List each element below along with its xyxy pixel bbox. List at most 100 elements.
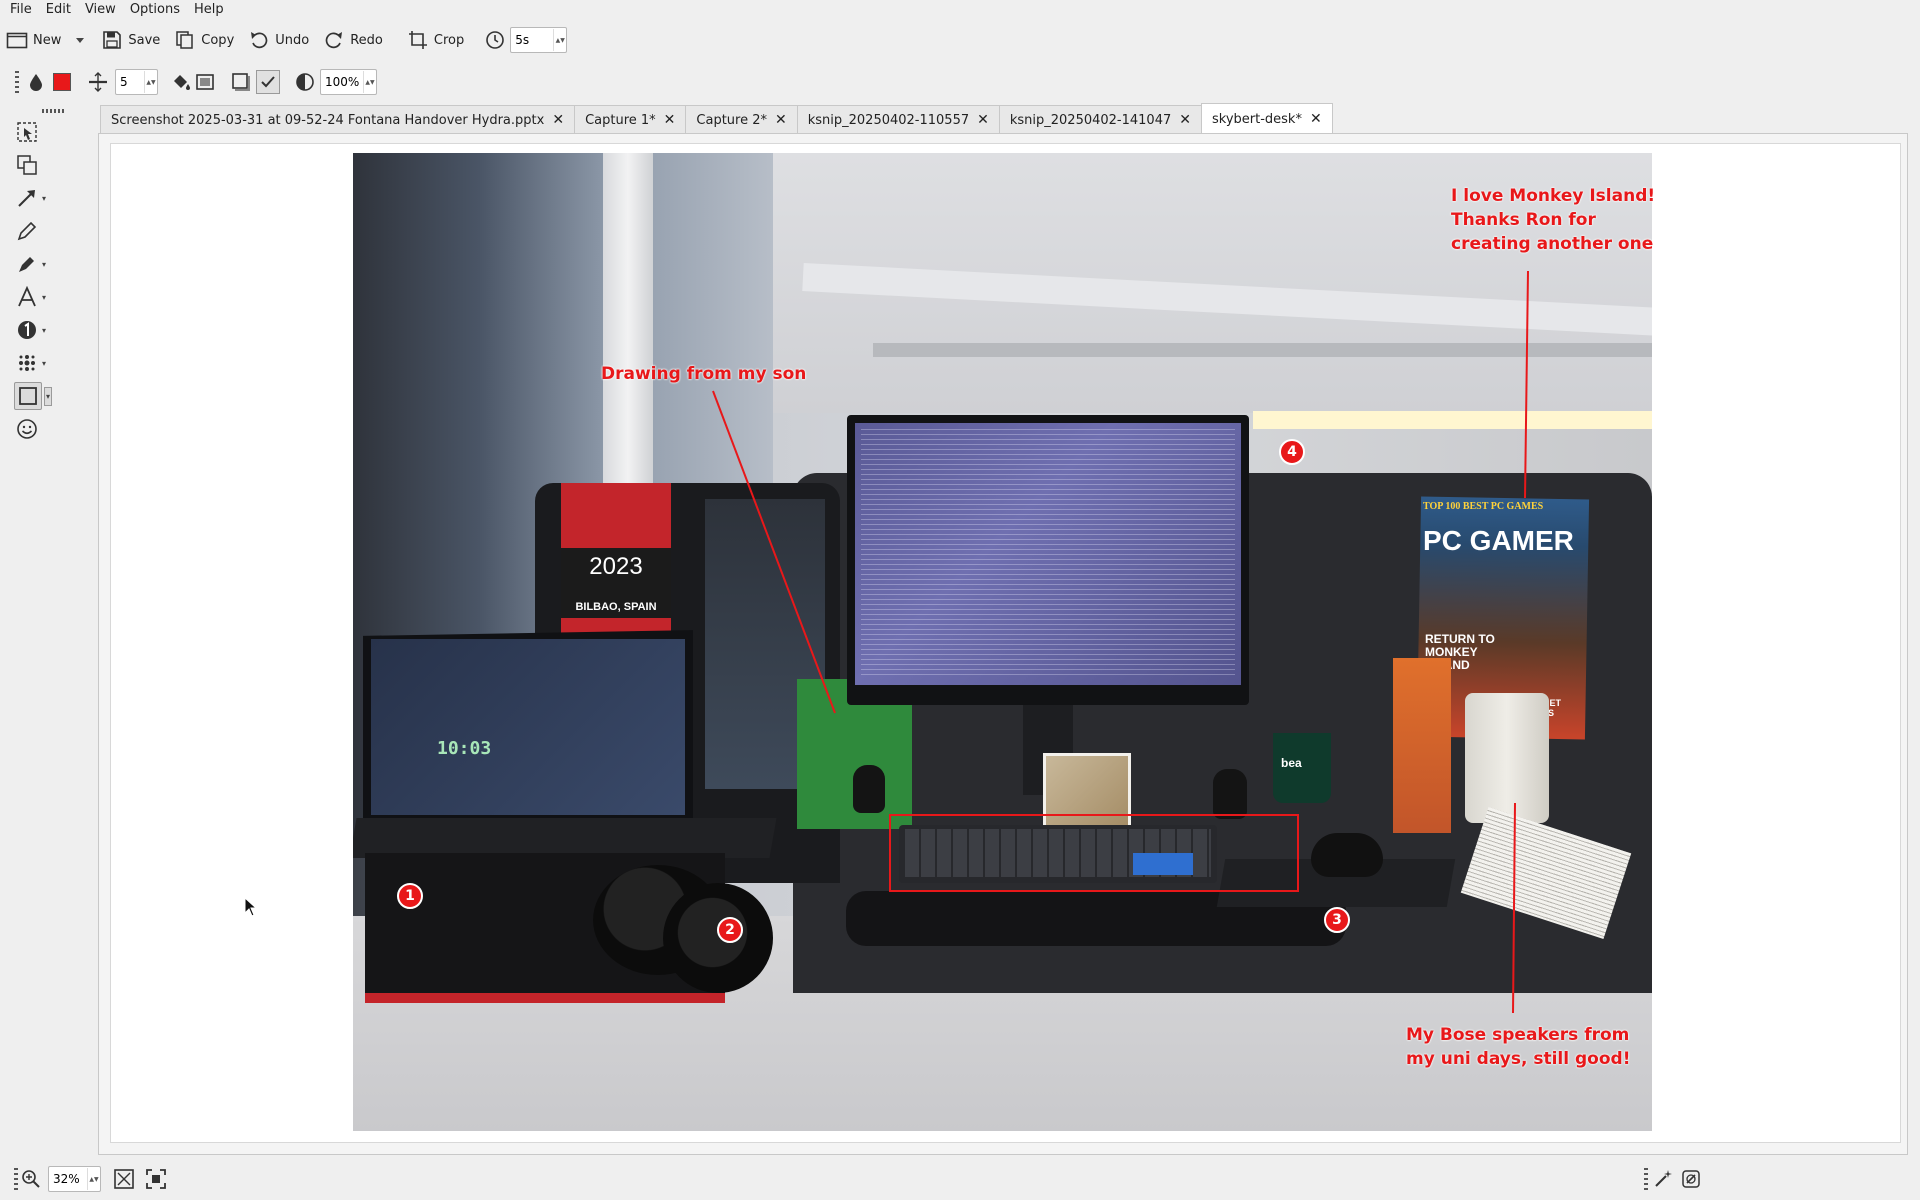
tab-capture[interactable]: Capture 2* ✕ xyxy=(685,105,798,134)
sidebar-grip[interactable] xyxy=(42,109,64,113)
smiley-icon xyxy=(14,416,40,442)
crop-button[interactable]: Crop xyxy=(401,25,472,55)
color-picker-button[interactable] xyxy=(51,71,73,93)
tool-arrow[interactable]: ▾ xyxy=(14,184,54,212)
opacity-input[interactable] xyxy=(321,75,363,89)
annotation-arrow xyxy=(712,390,836,714)
text-icon xyxy=(14,284,40,310)
tool-pen[interactable] xyxy=(14,217,54,245)
annotation-line: I love Monkey Island! xyxy=(1451,186,1656,206)
annotation-bose-speakers[interactable]: My Bose speakers from my uni days, still… xyxy=(1406,1023,1630,1071)
magic-wand-icon[interactable] xyxy=(1652,1168,1674,1190)
tab-capture[interactable]: ksnip_20250402-141047 ✕ xyxy=(998,105,1202,134)
tool-rectangle[interactable]: ▾ xyxy=(14,382,54,410)
tab-label: ksnip_20250402-110557 xyxy=(807,112,970,128)
tool-sticker[interactable] xyxy=(14,415,54,443)
zoom-input[interactable] xyxy=(49,1172,87,1186)
save-button[interactable]: Save xyxy=(95,25,168,55)
stroke-width-input[interactable] xyxy=(116,75,144,89)
tab-capture[interactable]: Capture 1* ✕ xyxy=(574,105,687,134)
tool-duplicate[interactable] xyxy=(14,151,54,179)
annotation-son-drawing[interactable]: Drawing from my son xyxy=(601,362,806,386)
zoom-in-icon[interactable] xyxy=(20,1168,42,1190)
chevron-down-icon[interactable]: ▾ xyxy=(44,386,53,406)
menu-help[interactable]: Help xyxy=(187,0,231,20)
close-icon[interactable]: ✕ xyxy=(552,112,564,128)
number-badge-3[interactable]: 3 xyxy=(1324,907,1350,933)
tool-blur[interactable]: ▾ xyxy=(14,349,54,377)
number-badge-1[interactable]: 1 xyxy=(397,883,423,909)
number-badge-2[interactable]: 2 xyxy=(717,917,743,943)
captured-photo[interactable]: 2023 BILBAO, SPAIN 10:03 TOP 100 BEST PC… xyxy=(353,153,1652,1131)
number-badge-icon xyxy=(14,317,40,343)
chevron-down-icon[interactable]: ▾ xyxy=(42,326,46,335)
annotation-arrow xyxy=(1512,802,1516,1014)
annotation-arrow xyxy=(1524,270,1529,499)
zoom-stepper[interactable]: ▲▼ xyxy=(87,1168,100,1190)
checkmark-icon[interactable] xyxy=(256,70,280,94)
chevron-down-icon[interactable]: ▾ xyxy=(42,293,46,302)
tool-marker[interactable]: ▾ xyxy=(14,250,54,278)
tab-capture-active[interactable]: skybert-desk* ✕ xyxy=(1200,103,1333,134)
main-toolbar: New Save Copy Undo Redo Crop 5s ▲▼ xyxy=(0,20,1920,60)
shadow-toggle-icon[interactable] xyxy=(230,71,252,93)
tool-select[interactable] xyxy=(14,118,54,146)
menu-options[interactable]: Options xyxy=(123,0,187,20)
undo-icon xyxy=(248,29,270,51)
delay-input[interactable] xyxy=(511,33,554,47)
chevron-down-icon[interactable]: ▾ xyxy=(42,260,46,269)
new-button[interactable]: New xyxy=(0,25,69,55)
tab-label: ksnip_20250402-141047 xyxy=(1009,112,1172,128)
menu-edit[interactable]: Edit xyxy=(39,0,78,20)
redo-button[interactable]: Redo xyxy=(317,25,391,55)
close-icon[interactable]: ✕ xyxy=(664,112,676,128)
fill-bucket-icon[interactable] xyxy=(170,71,192,93)
tool-number[interactable]: ▾ xyxy=(14,316,54,344)
chevron-down-icon[interactable]: ▾ xyxy=(42,359,46,368)
fill-type-icon[interactable] xyxy=(194,71,216,93)
zoom-spinbox[interactable]: ▲▼ xyxy=(48,1166,101,1192)
redo-icon xyxy=(323,29,345,51)
fit-to-window-icon[interactable] xyxy=(113,1168,135,1190)
tab-capture[interactable]: ksnip_20250402-110557 ✕ xyxy=(796,105,1000,134)
close-icon[interactable]: ✕ xyxy=(775,112,787,128)
actual-size-icon[interactable] xyxy=(145,1168,167,1190)
stroke-width-spinbox[interactable]: ▲▼ xyxy=(115,69,158,95)
annotation-line: creating another one xyxy=(1451,234,1654,254)
save-button-label: Save xyxy=(128,32,161,48)
opacity-spinbox[interactable]: ▲▼ xyxy=(320,69,377,95)
stroke-width-stepper[interactable]: ▲▼ xyxy=(144,71,157,93)
tab-capture[interactable]: Screenshot 2025-03-31 at 09-52-24 Fontan… xyxy=(100,105,576,134)
delay-stepper[interactable]: ▲▼ xyxy=(553,29,566,51)
clock-icon xyxy=(484,29,506,51)
arrow-icon xyxy=(14,185,40,211)
tab-label: Capture 2* xyxy=(696,112,767,128)
copy-button-label: Copy xyxy=(201,32,235,48)
undo-button[interactable]: Undo xyxy=(242,25,317,55)
copy-button[interactable]: Copy xyxy=(168,25,242,55)
annotation-monkey-island[interactable]: I love Monkey Island! Thanks Ron for cre… xyxy=(1451,184,1655,256)
settings-toolbar: ▲▼ ▲▼ xyxy=(0,62,1920,102)
close-icon[interactable]: ✕ xyxy=(977,112,989,128)
tab-label: skybert-desk* xyxy=(1211,111,1302,127)
menu-file[interactable]: File xyxy=(0,0,39,20)
blur-icon xyxy=(14,350,40,376)
number-badge-4[interactable]: 4 xyxy=(1279,439,1305,465)
capture-delay-spinbox[interactable]: ▲▼ xyxy=(510,27,568,53)
chevron-down-icon[interactable]: ▾ xyxy=(42,194,46,203)
menu-bar: File Edit View Options Help xyxy=(0,0,1920,20)
new-mode-dropdown[interactable] xyxy=(73,29,87,51)
close-icon[interactable]: ✕ xyxy=(1310,111,1322,127)
toolbar-grip[interactable] xyxy=(15,71,19,93)
menu-view[interactable]: View xyxy=(78,0,123,20)
clear-annotations-icon[interactable] xyxy=(1680,1168,1702,1190)
new-button-label: New xyxy=(33,32,62,48)
opacity-stepper[interactable]: ▲▼ xyxy=(363,71,376,93)
tool-text[interactable]: ▾ xyxy=(14,283,54,311)
redo-button-label: Redo xyxy=(350,32,383,48)
statusbar-grip[interactable] xyxy=(14,1168,18,1190)
width-icon xyxy=(87,71,109,93)
tab-label: Capture 1* xyxy=(585,112,656,128)
statusbar-grip-right[interactable] xyxy=(1644,1168,1648,1190)
close-icon[interactable]: ✕ xyxy=(1179,112,1191,128)
